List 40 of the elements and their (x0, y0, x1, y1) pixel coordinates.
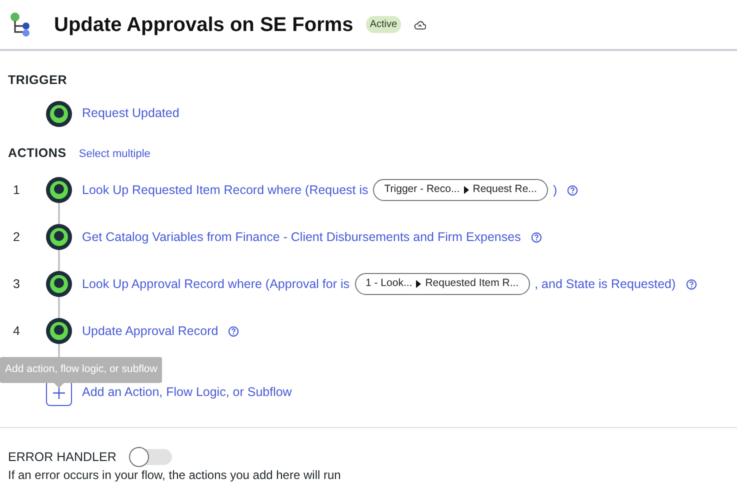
pill-source: 1 - Look... (366, 276, 412, 292)
tooltip: Add action, flow logic, or subflow (0, 357, 162, 383)
help-icon[interactable] (686, 278, 697, 290)
step-link[interactable]: Get Catalog Variables from Finance - Client Disbursements and Firm Expenses (82, 228, 521, 246)
step-number: 1 (12, 182, 21, 199)
error-handler-toggle[interactable] (130, 448, 172, 465)
plus-icon (53, 386, 65, 398)
status-badge: Active (366, 16, 402, 33)
step-number: 2 (12, 228, 21, 246)
step-link[interactable]: Look Up Approval Record where (Approval for is (82, 274, 350, 294)
step-node-icon (46, 177, 72, 203)
step-link[interactable]: ) (552, 180, 558, 200)
select-multiple-link[interactable]: Select multiple (78, 146, 150, 162)
trigger-link[interactable]: Request Updated (82, 104, 180, 124)
pill-field: Request Re... (472, 182, 537, 198)
step-link[interactable]: Look Up Requested Item Record where (Request is (82, 180, 368, 200)
step-number: 3 (12, 276, 21, 293)
flow-title: Update Approvals on SE Forms (54, 12, 354, 36)
step-link[interactable]: , and State is Requested) (534, 274, 676, 294)
step-node-icon (46, 318, 72, 344)
caret-icon (464, 186, 469, 194)
help-icon[interactable] (567, 184, 578, 196)
section-heading: ACTIONS (8, 144, 66, 162)
step-link[interactable]: Update Approval Record (82, 322, 218, 340)
pill-field: Requested Item R... (425, 276, 519, 292)
tooltip-arrow-icon (54, 383, 64, 388)
step-node-icon (46, 224, 72, 250)
pill-source: Trigger - Reco... (384, 182, 460, 198)
step-node-icon (46, 100, 72, 127)
flow-icon (10, 12, 32, 38)
step-node-icon (46, 271, 72, 297)
error-handler-description: If an error occurs in your flow, the actions you add here will run (8, 469, 342, 482)
help-icon[interactable] (530, 232, 542, 242)
help-icon[interactable] (228, 326, 240, 336)
section-heading: TRIGGER (8, 72, 68, 89)
cloud-icon (414, 20, 426, 30)
caret-icon (416, 280, 422, 288)
error-handler-label: ERROR HANDLER (8, 448, 116, 466)
step-number: 4 (12, 322, 21, 340)
add-action-link[interactable]: Add an Action, Flow Logic, or Subflow (82, 383, 292, 402)
